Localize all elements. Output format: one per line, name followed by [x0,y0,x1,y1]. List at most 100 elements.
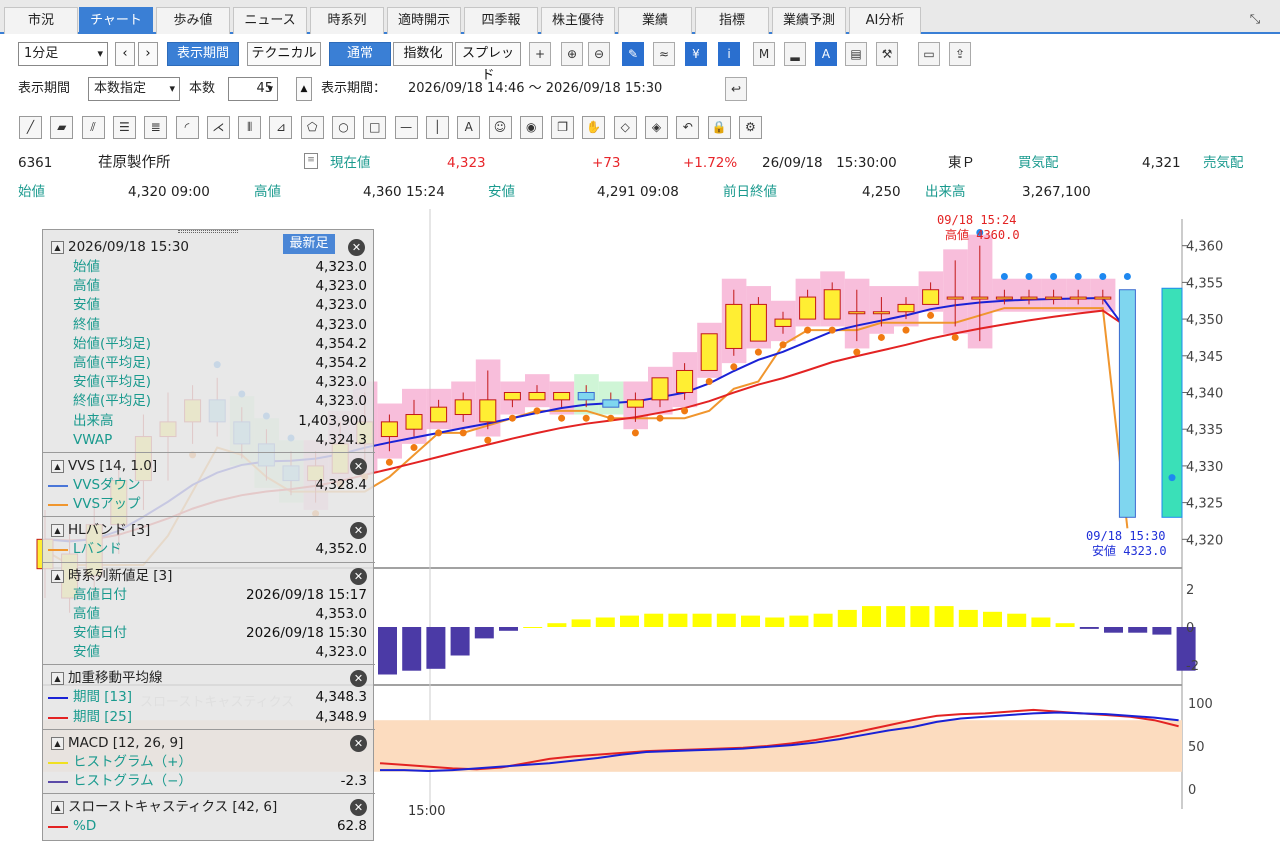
auto-icon[interactable]: A [815,42,837,66]
high-label: 高値 [254,184,281,200]
draw-text-icon[interactable]: A [457,116,481,139]
data-row: VWAP 4,324.3 [43,431,375,450]
doc-icon[interactable]: ≡ [304,153,318,169]
spread-button[interactable]: スプレッド [455,42,521,83]
tab-11[interactable]: AI分析 [849,7,921,34]
draw-parallel-icon[interactable]: ⫽ [81,116,105,139]
candle-body [602,399,620,408]
row-value: 2026/09/18 15:17 [245,586,367,603]
draw-lock-icon[interactable]: 🔒 [707,116,731,139]
drag-handle[interactable] [178,230,238,233]
draw-pentagon-icon[interactable]: ⬠ [300,116,324,139]
collapse-toggle-icon[interactable]: ▲ [51,672,64,686]
tab-6[interactable]: 四季報 [464,7,538,34]
vvs-dot [1000,273,1008,281]
period-mode-select[interactable]: 本数指定 [88,77,180,101]
tab-4[interactable]: 時系列 [310,7,384,34]
collapse-toggle-icon[interactable]: ▲ [51,241,64,254]
close-icon[interactable]: ✕ [350,458,367,475]
series-line-icon [48,485,68,487]
close-icon[interactable]: ✕ [350,522,367,540]
overlay-datetime: 2026/09/18 15:30 [68,239,190,255]
close-icon[interactable]: ✕ [350,567,367,585]
row-value: 4,348.9 [315,708,367,725]
draw-circle-icon[interactable]: ○ [332,116,355,139]
draw-stamp-icon[interactable]: ◉ [519,116,543,139]
series-line-icon [48,761,68,764]
tab-9[interactable]: 指標 [695,7,769,34]
period-button[interactable]: 表示期間 [167,42,239,66]
interval-select[interactable]: 1分足 [18,42,108,66]
data-row: VVSアップ [43,495,375,514]
tab-7[interactable]: 株主優待 [541,7,615,34]
zoom-in-icon[interactable]: ⊕ [561,42,583,66]
stoch-tick-label: 50 [1188,740,1205,755]
export-icon[interactable]: ⇪ [949,42,971,66]
tab-2[interactable]: 歩み値 [156,7,230,34]
draw-gear-icon[interactable]: ⚙ [738,116,762,139]
collapse-toggle-icon[interactable]: ▲ [51,569,64,583]
draw-line-icon[interactable]: ╱ [19,116,42,139]
my-icon[interactable]: M [753,42,775,66]
tab-8[interactable]: 業績 [618,7,692,34]
vvs-dot [533,407,541,415]
vvs-dot [681,407,689,415]
collapse-icon[interactable]: ⤡ [1247,12,1263,28]
tab-10[interactable]: 業績予測 [772,7,846,34]
draw-arc-icon[interactable]: ◜ [175,116,199,139]
prev-button[interactable]: ‹ [115,42,135,66]
range-label: 表示期間： [321,81,387,96]
draw-copy-icon[interactable]: ❐ [551,116,575,139]
tab-1[interactable]: チャート [79,7,153,34]
close-icon[interactable]: ✕ [350,799,367,817]
vvs-dot [1050,273,1058,281]
tab-0[interactable]: 市況 [4,7,78,34]
wrench-icon[interactable]: ⚒ [876,42,898,66]
info-icon[interactable]: i [718,42,740,66]
zoom-out-icon[interactable]: ⊖ [588,42,610,66]
chart-icon[interactable]: ▤ [845,42,867,66]
collapse-toggle-icon[interactable]: ▲ [51,524,64,538]
next-button[interactable]: › [138,42,158,66]
collapse-toggle-icon[interactable]: ▲ [51,460,64,473]
scale-icon[interactable]: ≈ [653,42,675,66]
draw-fan-icon[interactable]: ⋌ [206,116,230,139]
normal-button[interactable]: 通常 [329,42,391,66]
draw-v-lines-icon[interactable]: ⦀ [238,116,262,139]
draw-gann-icon[interactable]: ⊿ [269,116,293,139]
draw-smile-icon[interactable]: ☺ [488,116,512,139]
count-up-button[interactable]: ▲ [296,77,312,101]
newest-bar-button[interactable]: 最新足 [283,234,335,254]
vvs-dot [754,348,762,356]
draw-v-line-icon[interactable]: │ [425,116,449,139]
tab-5[interactable]: 適時開示 [387,7,461,34]
data-row: 期間 [25] 4,348.9 [43,708,375,727]
volume-icon[interactable]: ▂ [784,42,806,66]
draw-hand-icon[interactable]: ✋ [582,116,606,139]
count-input[interactable]: 45 [228,77,278,101]
reset-icon[interactable]: ↩ [725,77,747,101]
crosshair-icon[interactable]: + [529,42,551,66]
pencil-icon[interactable]: ✎ [622,42,644,66]
collapse-toggle-icon[interactable]: ▲ [51,736,64,750]
collapse-toggle-icon[interactable]: ▲ [51,801,64,815]
row-value: 4,323.0 [315,259,367,275]
close-icon[interactable]: ✕ [350,734,367,752]
draw-h-lines2-icon[interactable]: ≣ [144,116,168,139]
yen-icon[interactable]: ¥ [685,42,707,66]
print-icon[interactable]: ▭ [918,42,940,66]
draw-rectangle-icon[interactable]: □ [363,116,387,139]
close-icon[interactable]: ✕ [350,670,367,688]
close-icon[interactable]: ✕ [348,239,365,256]
row-label: 高値(平均足) [73,355,152,371]
draw-ruler-icon[interactable]: ▰ [50,116,74,139]
draw-undo-icon[interactable]: ↶ [676,116,700,139]
tab-3[interactable]: ニュース [233,7,307,34]
draw-h-line-icon[interactable]: — [394,116,418,139]
draw-eraser-icon[interactable]: ◇ [613,116,637,139]
draw-eraser2-icon[interactable]: ◈ [645,116,668,139]
price-tick-label: 4,320 [1186,533,1223,548]
index-button[interactable]: 指数化 [393,42,453,66]
draw-h-lines-icon[interactable]: ☰ [112,116,136,139]
technical-button[interactable]: テクニカル [247,42,321,66]
